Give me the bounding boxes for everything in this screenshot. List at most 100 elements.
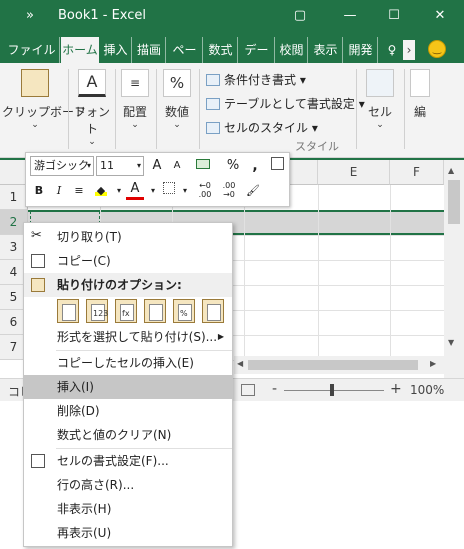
editing-group-label: 編 [413, 105, 426, 119]
ribbon-display-button[interactable]: ▢ [286, 4, 314, 28]
zoom-level[interactable]: 100% [410, 383, 444, 397]
border-icon [163, 182, 175, 194]
cell-style-icon [206, 122, 220, 134]
vertical-scroll-thumb[interactable] [448, 180, 460, 224]
zoom-slider-thumb[interactable] [330, 384, 334, 396]
tab-insert[interactable]: 挿入 [100, 37, 132, 63]
menu-item-paste-special[interactable]: 形式を選択して貼り付け(S)... ▶ [24, 325, 232, 349]
tab-view[interactable]: 表示 [309, 37, 343, 63]
accounting-format-button[interactable] [190, 157, 216, 175]
feedback-smiley-icon[interactable] [428, 40, 446, 58]
align-center-icon[interactable]: ≡ [70, 182, 88, 200]
format-painter-table-icon[interactable] [268, 157, 286, 175]
menu-item-label: 行の高さ(R)... [57, 478, 135, 492]
horizontal-scrollbar[interactable]: ◀ ▶ [234, 356, 444, 374]
menu-item-cut[interactable]: ✂ 切り取り(T) [24, 225, 232, 249]
chevron-down-icon[interactable]: ▾ [176, 182, 194, 200]
zoom-in-button[interactable]: + [390, 381, 402, 397]
format-as-table-button[interactable]: テーブルとして書式設定 ▾ [206, 95, 365, 112]
font-size-box[interactable]: 11 ▾ [96, 156, 144, 176]
conditional-formatting-button[interactable]: 条件付き書式 ▾ [206, 71, 306, 88]
tab-page-layout[interactable]: ページ [167, 37, 203, 63]
menu-item-format-cells[interactable]: セルの書式設定(F)... [24, 449, 232, 473]
menu-item-insert[interactable]: 挿入(I) [24, 375, 232, 399]
tab-data[interactable]: データ [239, 37, 275, 83]
paste-formatting-button[interactable]: % [173, 299, 195, 323]
tell-me-icon[interactable]: ♀ [383, 37, 401, 63]
zoom-out-button[interactable]: - [272, 381, 277, 397]
tab-developer[interactable]: 開発 [344, 37, 378, 63]
money-icon [196, 159, 210, 169]
font-name-box[interactable]: 游ゴシック ▾ [30, 156, 94, 176]
menu-item-row-height[interactable]: 行の高さ(R)... [24, 473, 232, 497]
menu-item-label: 再表示(U) [57, 526, 112, 540]
tab-file[interactable]: ファイル [4, 37, 60, 63]
fill-color-button[interactable]: ◆ [92, 182, 110, 200]
menu-item-label: 挿入(I) [57, 380, 94, 394]
scroll-right-button[interactable]: ▶ [430, 359, 436, 368]
paste-link-button[interactable] [202, 299, 224, 323]
editing-group[interactable]: 編 [410, 69, 430, 120]
number-group[interactable]: % 数値 ⌄ [160, 69, 194, 130]
bold-button[interactable]: B [30, 182, 48, 200]
menu-item-hide[interactable]: 非表示(H) [24, 497, 232, 521]
paste-options-label: 貼り付けのオプション: [57, 278, 182, 292]
chevron-down-icon: ⌄ [376, 120, 384, 130]
scroll-down-button[interactable]: ▼ [448, 338, 454, 347]
quick-access-more-button[interactable]: » [26, 8, 34, 23]
comma-style-button[interactable]: , [246, 157, 264, 175]
chevron-down-icon: ▾ [136, 161, 141, 170]
clipboard-group[interactable]: クリップボード ⌄ [2, 69, 87, 130]
tab-formulas[interactable]: 数式 [204, 37, 238, 63]
context-menu: ✂ 切り取り(T) コピー(C) 貼り付けのオプション: 123 fx % 形式… [23, 222, 233, 547]
mini-toolbar: 游ゴシック ▾ 11 ▾ A A % , B I ≡ ◆ ▾ A ▾ ▾ ←0 .0… [25, 152, 290, 207]
tab-review[interactable]: 校閲 [276, 37, 308, 63]
conditional-formatting-label: 条件付き書式 [224, 73, 297, 87]
tabs-scroll-right-button[interactable]: › [403, 40, 415, 60]
format-painter-icon[interactable]: 🖌 [244, 182, 262, 200]
font-size-value: 11 [100, 159, 114, 172]
cell-styles-button[interactable]: セルのスタイル ▾ [206, 119, 318, 136]
page-layout-view-icon[interactable] [241, 384, 255, 396]
decrease-decimal-button[interactable]: .00 →0 [220, 181, 238, 199]
menu-item-label: セルの書式設定(F)... [57, 454, 169, 468]
alignment-group[interactable]: ≡ 配置 ⌄ [118, 69, 152, 130]
menu-item-delete[interactable]: 削除(D) [24, 399, 232, 423]
tab-draw[interactable]: 描画 [133, 37, 166, 63]
percent-icon: % [163, 69, 191, 97]
paste-button[interactable] [57, 299, 79, 323]
paste-transpose-button[interactable] [144, 299, 166, 323]
increase-font-size-button[interactable]: A [148, 157, 166, 175]
tab-home[interactable]: ホーム [61, 37, 99, 63]
increase-decimal-button[interactable]: ←0 .00 [196, 181, 214, 199]
percent-style-button[interactable]: % [224, 157, 242, 175]
menu-item-copy[interactable]: コピー(C) [24, 249, 232, 273]
minimize-button[interactable]: — [336, 4, 364, 28]
close-button[interactable]: ✕ [426, 4, 454, 28]
horizontal-scroll-thumb[interactable] [248, 360, 418, 370]
editing-icon [410, 69, 430, 97]
zoom-slider-track[interactable] [284, 390, 384, 391]
menu-item-clear-contents[interactable]: 数式と値のクリア(N) [24, 423, 232, 447]
cells-group[interactable]: セル ⌄ [362, 69, 398, 130]
font-color-button[interactable]: A [126, 182, 144, 200]
maximize-button[interactable]: ☐ [380, 4, 408, 28]
column-header-e[interactable]: E [318, 160, 390, 185]
font-group[interactable]: A フォント ⌄ [72, 69, 112, 147]
decrease-font-size-button[interactable]: A [168, 157, 186, 175]
clipboard-group-label: クリップボード [2, 105, 87, 119]
paste-options-header: 貼り付けのオプション: [24, 273, 232, 297]
paste-values-button[interactable]: 123 [86, 299, 108, 323]
scroll-up-button[interactable]: ▲ [448, 166, 454, 175]
row-header-1[interactable]: 1 [0, 185, 28, 210]
italic-button[interactable]: I [50, 182, 68, 200]
menu-item-unhide[interactable]: 再表示(U) [24, 521, 232, 545]
menu-item-insert-copied-cells[interactable]: コピーしたセルの挿入(E) [24, 351, 232, 375]
scroll-left-button[interactable]: ◀ [237, 359, 243, 368]
column-header-f[interactable]: F [390, 160, 444, 185]
paste-formulas-button[interactable]: fx [115, 299, 137, 323]
select-all-corner[interactable] [0, 160, 28, 185]
font-name-value: 游ゴシック [34, 159, 89, 172]
scissors-icon: ✂ [31, 228, 42, 243]
vertical-scrollbar[interactable]: ▲ ▼ [444, 160, 464, 378]
